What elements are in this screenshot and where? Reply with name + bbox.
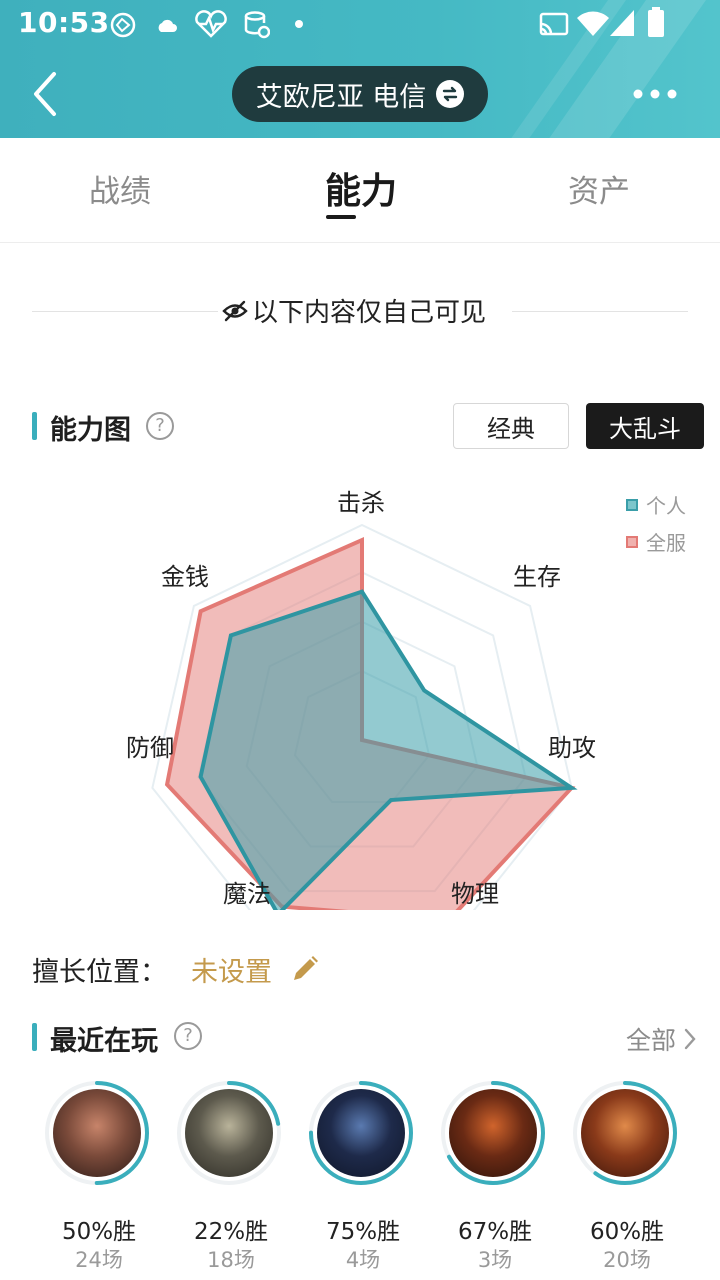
app-notification-icon [110,12,136,38]
legend-personal: 个人 [626,490,686,519]
champion-portrait [449,1089,537,1177]
mode-aram-button[interactable]: 大乱斗 [586,403,704,449]
status-time: 10:53 [18,6,110,39]
champion-games: 3场 [477,1248,513,1272]
edit-icon[interactable] [290,954,320,984]
more-icon[interactable] [630,80,680,108]
wifi-icon [577,11,609,37]
divider-right [512,311,688,312]
ability-radar-chart: 击杀生存助攻物理 魔法 防御 金钱 [126,489,596,910]
champion-win-rate: 60%胜 [589,1219,665,1245]
eye-off-icon [222,300,248,321]
radar-axis-label-survival: 生存 [513,563,561,591]
legend-server-swatch [626,535,638,548]
radar-axis-label-defense: 防御 [126,734,174,762]
view-all-label: 全部 [626,1026,677,1055]
active-tab-indicator [326,215,356,219]
private-notice: 以下内容仅自己可见 [222,292,486,329]
champion-games: 20场 [603,1248,651,1272]
mode-classic-button[interactable]: 经典 [453,403,569,449]
recent-title: 最近在玩 [50,1026,158,1057]
view-all-link[interactable]: 全部 [626,1021,696,1057]
divider-left [32,311,218,312]
cell-signal-icon [610,10,634,36]
position-label: 擅长位置： [32,957,167,988]
cast-icon [539,12,569,36]
heartbeat-icon [195,10,227,38]
champion-portrait [53,1089,141,1177]
champion-win-rate: 50%胜 [61,1219,137,1245]
legend-personal-label: 个人 [646,494,686,518]
champion-games: 24场 [75,1248,123,1272]
ability-title: 能力图 [50,415,131,446]
notification-dot-icon [295,20,303,28]
position-value[interactable]: 未设置 [191,950,272,989]
champion-portrait [317,1089,405,1177]
champion-games: 18场 [207,1248,255,1272]
cloud-icon [158,19,177,32]
status-bar: 10:53 [0,0,720,50]
champion-win-rate: 22%胜 [193,1219,269,1245]
app-header: 10:53 艾欧尼亚 电信 [0,0,720,138]
battery-icon [648,7,664,37]
back-icon[interactable] [28,70,68,118]
chevron-right-icon [684,1028,696,1050]
storage-icon [244,11,270,39]
tab-record[interactable]: 战绩 [89,166,151,211]
section-marker [32,1023,37,1051]
champion-portrait [581,1089,669,1177]
recent-help-icon[interactable]: ? [174,1022,202,1050]
champion-games: 4场 [345,1248,381,1272]
champion-win-rate: 75%胜 [325,1219,401,1245]
radar-axis-label-physical: 物理 [451,880,499,908]
swap-icon [436,80,465,108]
radar-axis-label-magic: 魔法 [223,880,271,908]
champion-win-rate: 67%胜 [457,1219,533,1245]
legend-personal-swatch [626,498,638,511]
tab-ability[interactable]: 能力 [325,162,397,214]
legend-server-label: 全服 [646,531,686,555]
private-notice-text: 以下内容仅自己可见 [252,298,487,328]
radar-axis-label-assist: 助攻 [548,734,596,762]
ability-help-icon[interactable]: ? [146,412,174,440]
tab-bar: 战绩 能力 资产 [0,138,720,243]
legend-server: 全服 [626,527,686,556]
section-marker [32,412,37,440]
tab-assets[interactable]: 资产 [568,166,630,211]
radar-axis-label-gold: 金钱 [161,563,209,591]
champion-portrait [185,1089,273,1177]
server-switch-button[interactable]: 艾欧尼亚 电信 [232,66,488,122]
radar-axis-label-kill: 击杀 [337,489,385,517]
server-name: 艾欧尼亚 电信 [255,81,427,113]
